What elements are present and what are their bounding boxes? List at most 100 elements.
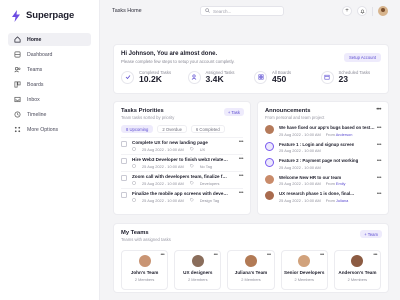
setup-account-button[interactable]: Setup Account xyxy=(343,53,381,62)
team-card[interactable]: ••• Anderson's Team 2 Members xyxy=(333,250,382,290)
announcement-item[interactable]: Feature 2 : Payment page not working 25 … xyxy=(265,158,382,170)
more-icon[interactable]: ••• xyxy=(160,252,164,258)
announcement-text: Feature 1 : Login and signup screen xyxy=(279,141,355,147)
sidebar-item-inbox[interactable]: Inbox xyxy=(8,93,91,106)
user-avatar[interactable] xyxy=(378,6,388,16)
tab-upcoming[interactable]: 8 Upcoming xyxy=(121,125,154,133)
announcement-from-label: From xyxy=(325,197,335,203)
sidebar-item-timeline[interactable]: Timeline xyxy=(8,108,91,121)
announcement-date: 25 Aug 2022 - 10:00 AM xyxy=(279,131,321,137)
add-task-button[interactable]: + Task xyxy=(223,108,244,116)
more-icon[interactable]: ••• xyxy=(214,252,218,258)
welcome-card: Hi Johnson, You are almost done. Please … xyxy=(113,44,389,94)
more-icon[interactable]: ••• xyxy=(267,252,271,258)
avatar xyxy=(298,255,311,267)
brand-name: Superpage xyxy=(26,9,75,21)
clock-icon xyxy=(132,147,136,152)
task-checkbox[interactable] xyxy=(121,158,127,164)
tag-icon xyxy=(190,198,194,203)
task-tag: Design Tag xyxy=(199,198,220,203)
search-placeholder: Search... xyxy=(213,8,232,14)
team-card[interactable]: ••• UX designers 2 Members xyxy=(174,250,222,290)
team-name: John's Team xyxy=(130,270,159,275)
breadcrumb[interactable]: Tasks Home xyxy=(112,8,200,14)
sidebar-item-teams[interactable]: Teams xyxy=(8,63,91,76)
tab-completed[interactable]: 6 Completed xyxy=(190,125,225,133)
more-icon[interactable]: ••• xyxy=(239,139,244,145)
task-item[interactable]: Zoom call with developers team, finalize… xyxy=(121,171,244,188)
tasks-priorities-card: Tasks Priorities Team tasks sorted by pr… xyxy=(113,101,251,215)
sidebar-item-home[interactable]: Home xyxy=(8,33,91,46)
more-icon[interactable]: ••• xyxy=(377,158,382,164)
announcement-item[interactable]: Welcome New HR to our team 25 Aug 2022 -… xyxy=(265,174,382,186)
task-item[interactable]: Hire Web3 Developer to finish web3 relat… xyxy=(121,154,244,171)
team-card[interactable]: ••• John's Team 2 Members xyxy=(121,250,169,290)
panel-title: Announcements xyxy=(265,108,311,114)
grid-icon xyxy=(254,70,267,84)
more-icon[interactable]: ••• xyxy=(377,125,382,131)
sidebar-item-label: Inbox xyxy=(27,96,40,103)
search-input[interactable]: Search... xyxy=(200,6,284,16)
more-icon[interactable]: ••• xyxy=(320,252,324,258)
announcement-author[interactable]: Emily xyxy=(336,181,346,186)
team-members: 2 Members xyxy=(347,277,368,282)
more-icon[interactable]: ••• xyxy=(239,190,244,196)
brand[interactable]: Superpage xyxy=(11,9,91,22)
more-icon[interactable]: ••• xyxy=(373,252,377,258)
sidebar-item-label: Home xyxy=(27,36,42,43)
task-date: 25 Aug 2022 - 10:00 AM xyxy=(142,164,184,169)
team-name: Anderson's Team xyxy=(338,270,377,275)
stat-all-boards: All Boards 450 xyxy=(254,70,315,84)
team-card[interactable]: ••• Senior Developers 2 Members xyxy=(280,250,328,290)
avatar xyxy=(265,191,274,200)
more-icon[interactable]: ••• xyxy=(239,156,244,162)
stat-value: 3.4K xyxy=(205,74,224,84)
announcement-item[interactable]: We have fixed our app's bugs based on te… xyxy=(265,125,382,137)
notification-button[interactable] xyxy=(357,6,367,16)
task-tag: UX xyxy=(199,147,206,152)
team-card[interactable]: ••• Juliana's Team 2 Members xyxy=(227,250,275,290)
more-icon[interactable]: ••• xyxy=(239,173,244,179)
sidebar-item-label: Timeline xyxy=(27,111,47,118)
tab-overdue[interactable]: 2 Overdue xyxy=(157,125,187,133)
panel-subtitle: Teams with assigned tasks xyxy=(121,237,171,242)
sidebar-item-dashboard[interactable]: Dashboard xyxy=(8,48,91,61)
avatar xyxy=(245,255,257,267)
announcement-item[interactable]: UX research phase 1 is done, final... 25… xyxy=(265,191,382,203)
team-list: ••• John's Team 2 Members ••• UX designe… xyxy=(121,250,382,290)
announcement-author[interactable]: Anderson xyxy=(336,132,353,137)
sidebar-item-more-options[interactable]: More Options xyxy=(8,123,91,136)
more-icon[interactable]: ••• xyxy=(377,191,382,197)
more-icon[interactable]: ••• xyxy=(376,107,381,113)
stat-value: 10.2K xyxy=(139,74,162,84)
stat-assigned-tasks: Assigned Tasks 3.4K xyxy=(187,70,249,84)
add-button[interactable]: + xyxy=(342,6,352,16)
more-options-icon xyxy=(14,126,21,133)
feature-icon xyxy=(265,141,274,151)
task-item[interactable]: Complete UX for new landing page 25 Aug … xyxy=(121,137,244,154)
superpage-logo-icon xyxy=(11,9,21,22)
team-name: UX designers xyxy=(183,270,213,275)
announcement-text: Welcome New HR to our team xyxy=(279,174,342,180)
task-checkbox[interactable] xyxy=(121,141,127,147)
team-name: Senior Developers xyxy=(284,270,325,275)
more-icon[interactable]: ••• xyxy=(377,175,382,181)
sidebar-item-boards[interactable]: Boards xyxy=(8,78,91,91)
announcements-card: Announcements From personal and team pro… xyxy=(257,101,389,215)
calendar-icon xyxy=(320,70,334,84)
sidebar-item-label: Dashboard xyxy=(27,51,53,58)
announcement-date: 25 Aug 2022 - 10:00 AM xyxy=(279,164,321,170)
announcement-item[interactable]: Feature 1 : Login and signup screen 25 A… xyxy=(265,141,382,153)
task-name: Hire Web3 Developer to finish web3 relat… xyxy=(132,157,228,162)
add-team-button[interactable]: + Team xyxy=(360,230,382,238)
panel-title: My Teams xyxy=(121,230,149,236)
task-checkbox[interactable] xyxy=(121,175,127,181)
more-icon[interactable]: ••• xyxy=(377,142,382,148)
announcement-author[interactable]: Juliana xyxy=(336,198,348,203)
team-members: 2 Members xyxy=(294,277,314,282)
task-item[interactable]: Finalize the mobile app screens with dev… xyxy=(121,188,244,205)
avatar xyxy=(138,255,151,267)
task-checkbox[interactable] xyxy=(121,192,127,198)
sidebar-item-label: More Options xyxy=(27,126,59,133)
top-header: Tasks Home Search... + xyxy=(100,0,400,22)
